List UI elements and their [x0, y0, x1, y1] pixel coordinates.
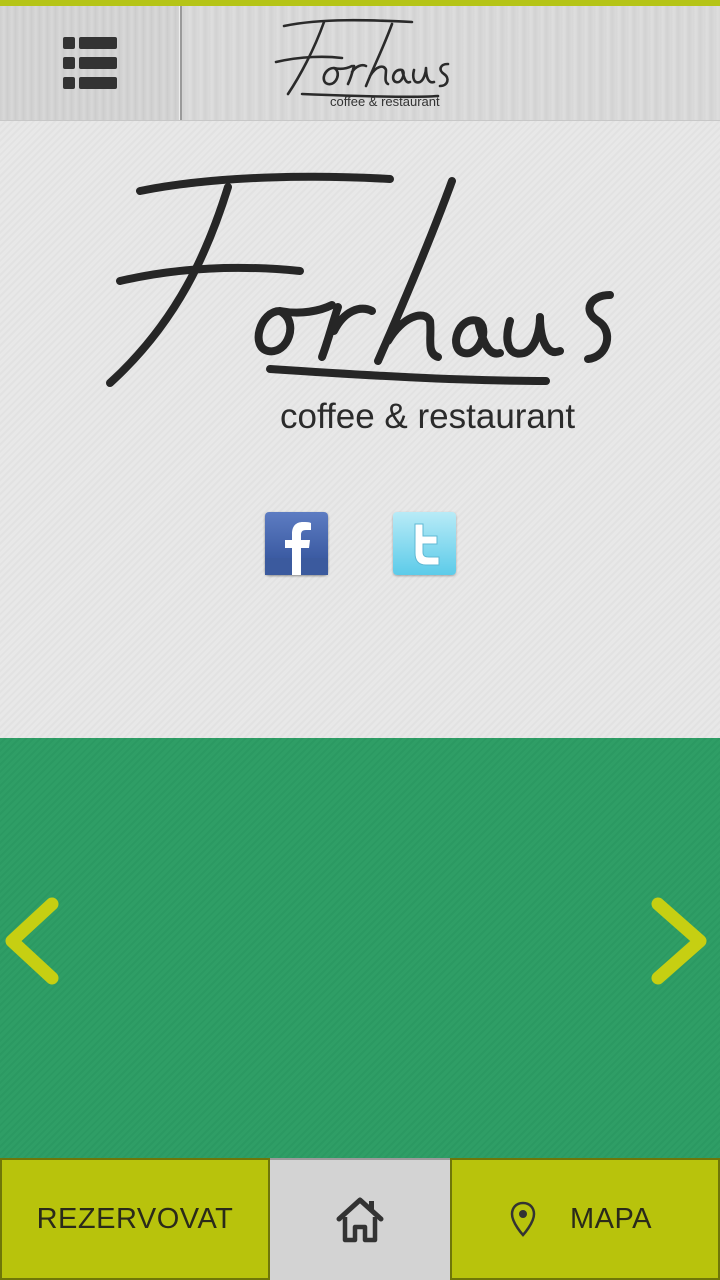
reserve-label: REZERVOVAT	[36, 1202, 234, 1235]
chevron-left-icon	[5, 897, 59, 985]
chevron-right-icon	[651, 897, 707, 985]
home-button[interactable]	[270, 1158, 450, 1280]
facebook-icon	[265, 522, 328, 575]
home-icon	[336, 1197, 384, 1243]
bottom-nav: REZERVOVAT MAPA	[0, 1158, 720, 1280]
map-button[interactable]: MAPA	[450, 1158, 720, 1280]
menu-button[interactable]	[0, 6, 182, 120]
twitter-icon	[414, 523, 440, 566]
carousel-next-button[interactable]	[650, 896, 720, 986]
carousel-prev-button[interactable]	[0, 896, 70, 986]
facebook-button[interactable]	[265, 512, 328, 575]
location-pin-icon	[510, 1201, 536, 1237]
forhaus-logo	[106, 172, 614, 387]
twitter-button[interactable]	[393, 512, 456, 575]
tagline: coffee & restaurant	[280, 397, 576, 436]
header-bar: coffee & restaurant	[0, 6, 720, 121]
header-subtitle: coffee & restaurant	[330, 94, 440, 109]
main-content: coffee & restaurant	[0, 121, 720, 738]
map-label: MAPA	[569, 1202, 653, 1235]
reserve-button[interactable]: REZERVOVAT	[0, 1158, 270, 1280]
image-carousel	[0, 738, 720, 1158]
list-menu-icon	[63, 37, 117, 89]
